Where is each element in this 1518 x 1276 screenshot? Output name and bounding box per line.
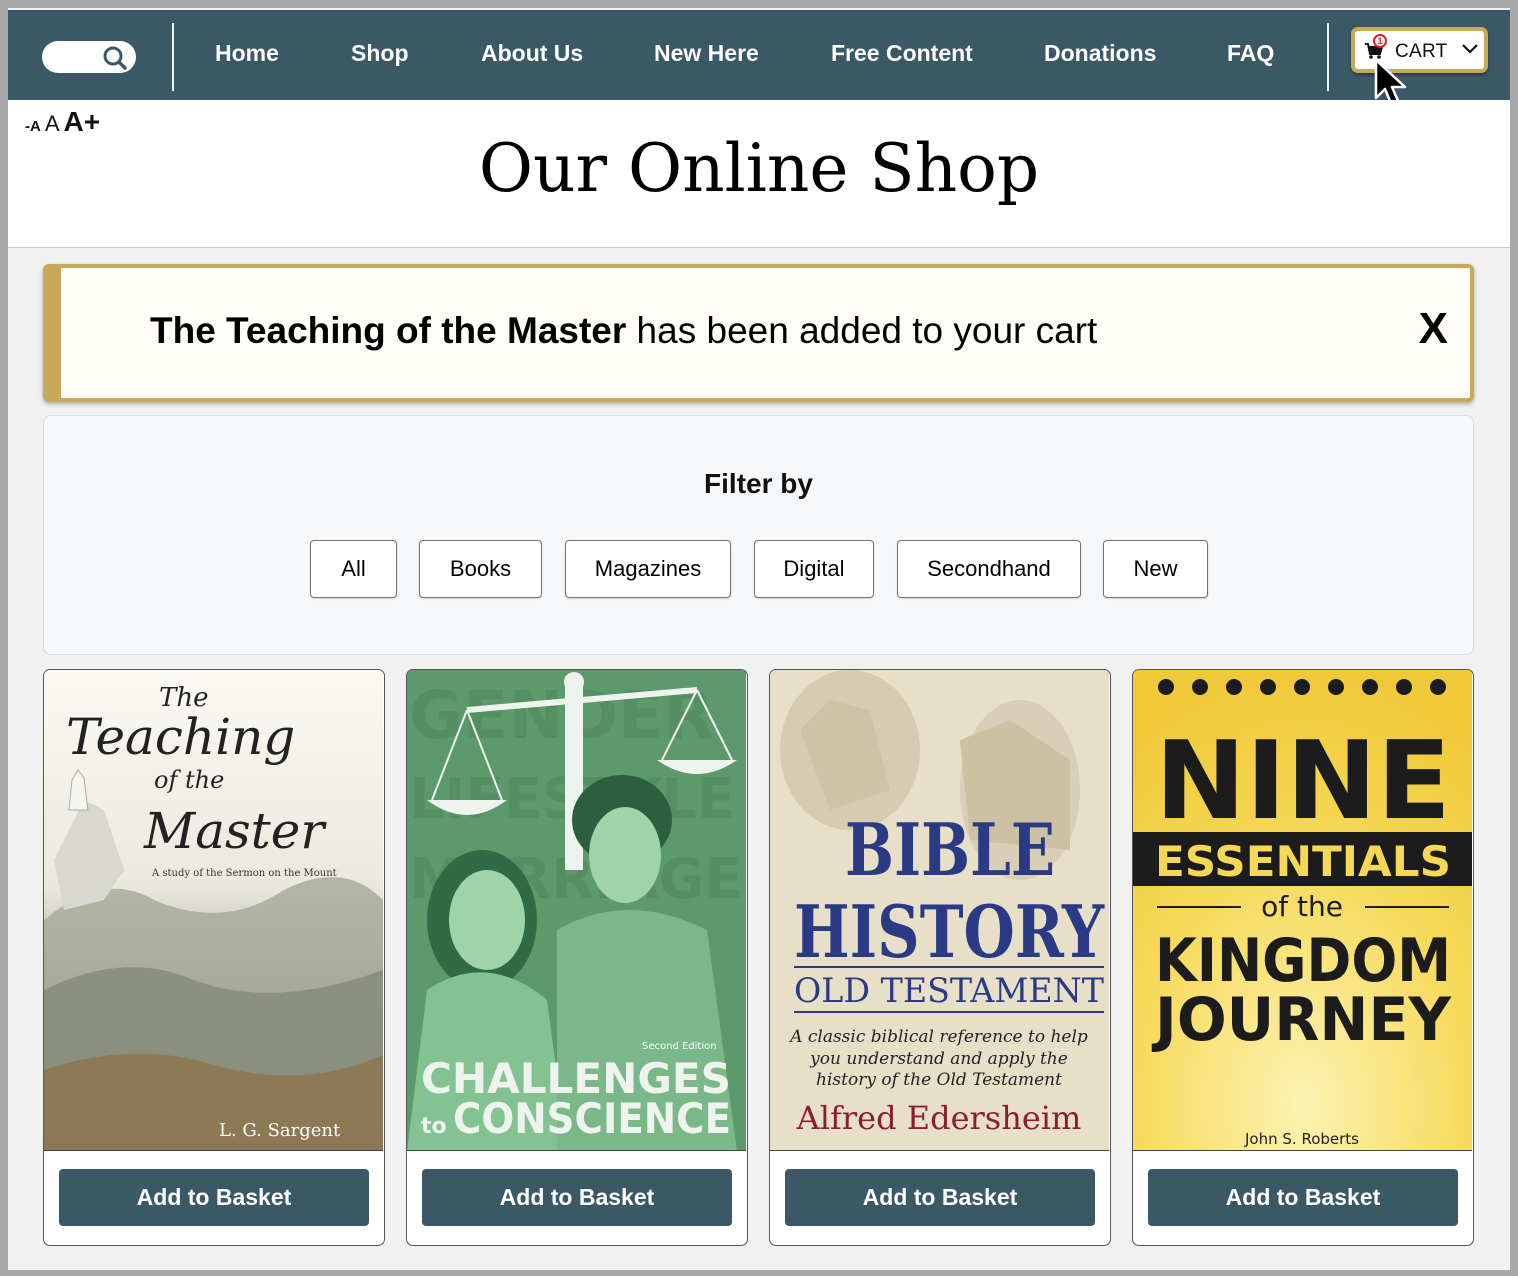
- nav-divider: [1327, 23, 1329, 91]
- product-cover-image[interactable]: The Teaching of the Master A study of th…: [44, 670, 383, 1151]
- product-card: BIBLE HISTORY OLD TESTAMENT A classic bi…: [769, 669, 1111, 1246]
- search-toggle[interactable]: [42, 41, 136, 73]
- nav-link-home[interactable]: Home: [215, 40, 279, 67]
- cart-count-badge: 1: [1373, 34, 1387, 48]
- cover-blurb: you understand and apply the: [809, 1049, 1068, 1069]
- filter-panel: Filter by All Books Magazines Digital Se…: [43, 415, 1474, 655]
- filter-magazines-button[interactable]: Magazines: [565, 540, 731, 598]
- notice-message: The Teaching of the Master has been adde…: [150, 310, 1097, 352]
- filter-secondhand-button[interactable]: Secondhand: [897, 540, 1081, 598]
- nav-link-donations[interactable]: Donations: [1044, 40, 1156, 67]
- nav-link-shop[interactable]: Shop: [351, 40, 409, 67]
- top-nav-bar: Home Shop About Us New Here Free Content…: [8, 10, 1510, 100]
- browser-page: Home Shop About Us New Here Free Content…: [8, 8, 1510, 1270]
- product-cover-image[interactable]: GENDER LIFESTYLE MARRIAGE Second Edition: [407, 670, 746, 1151]
- filter-title: Filter by: [704, 468, 813, 499]
- cover-title-history: HISTORY: [794, 889, 1105, 974]
- cover-title-bible: BIBLE: [845, 807, 1055, 892]
- nav-link-faq[interactable]: FAQ: [1227, 40, 1274, 67]
- cover-title-of-the: of the: [1261, 890, 1343, 923]
- cover-title-master: Master: [143, 802, 327, 860]
- cover-author: L. G. Sargent: [219, 1120, 341, 1141]
- add-to-basket-button[interactable]: Add to Basket: [1148, 1169, 1458, 1226]
- people-icons-row: [1158, 679, 1446, 695]
- cover-title-essentials: ESSENTIALS: [1155, 837, 1451, 886]
- filter-new-button[interactable]: New: [1103, 540, 1208, 598]
- product-card: NINE ESSENTIALS of the KINGDOM JOURNEY J…: [1132, 669, 1474, 1246]
- cart-button[interactable]: 1 CART: [1351, 27, 1488, 73]
- notice-text: has been added to your cart: [626, 310, 1098, 351]
- cover-blurb: A classic biblical reference to help: [788, 1027, 1088, 1047]
- search-icon: [103, 46, 127, 70]
- add-to-basket-button[interactable]: Add to Basket: [422, 1169, 732, 1226]
- filter-digital-button[interactable]: Digital: [754, 540, 874, 598]
- cover-author: John S. Roberts: [1244, 1130, 1359, 1148]
- product-cover-image[interactable]: BIBLE HISTORY OLD TESTAMENT A classic bi…: [770, 670, 1109, 1151]
- filter-all-button[interactable]: All: [310, 540, 397, 598]
- product-card: The Teaching of the Master A study of th…: [43, 669, 385, 1246]
- product-cover-image[interactable]: NINE ESSENTIALS of the KINGDOM JOURNEY J…: [1133, 670, 1472, 1151]
- cover-title-nine: NINE: [1155, 719, 1451, 844]
- cover-title-to: to: [421, 1114, 447, 1139]
- cover-author: Alfred Edersheim: [796, 1099, 1082, 1137]
- page-title: Our Online Shop: [478, 130, 1040, 207]
- cover-title-of-the: of the: [154, 766, 224, 794]
- nav-divider: [172, 23, 174, 91]
- cover-title-conscience: CONSCIENCE: [453, 1094, 731, 1143]
- cover-subtitle: A study of the Sermon on the Mount: [151, 868, 337, 879]
- nav-link-about-us[interactable]: About Us: [481, 40, 583, 67]
- cover-title-teaching: Teaching: [66, 708, 295, 766]
- notice-product-name: The Teaching of the Master: [150, 310, 627, 351]
- add-to-basket-button[interactable]: Add to Basket: [59, 1169, 369, 1226]
- close-notice-button[interactable]: X: [1419, 304, 1448, 354]
- chevron-down-icon: [1462, 44, 1478, 54]
- added-to-cart-notice: The Teaching of the Master has been adde…: [43, 264, 1474, 402]
- filter-books-button[interactable]: Books: [419, 540, 542, 598]
- cover-title-old-testament: OLD TESTAMENT: [794, 971, 1104, 1011]
- nav-link-new-here[interactable]: New Here: [654, 40, 759, 67]
- nav-link-free-content[interactable]: Free Content: [831, 40, 973, 67]
- add-to-basket-button[interactable]: Add to Basket: [785, 1169, 1095, 1226]
- page-header: -A A A+ Our Online Shop: [8, 100, 1510, 248]
- cover-title-journey: JOURNEY: [1151, 985, 1452, 1055]
- cover-blurb: history of the Old Testament: [816, 1070, 1062, 1090]
- cover-edition: Second Edition: [642, 1041, 717, 1052]
- product-card: GENDER LIFESTYLE MARRIAGE Second Edition: [406, 669, 748, 1246]
